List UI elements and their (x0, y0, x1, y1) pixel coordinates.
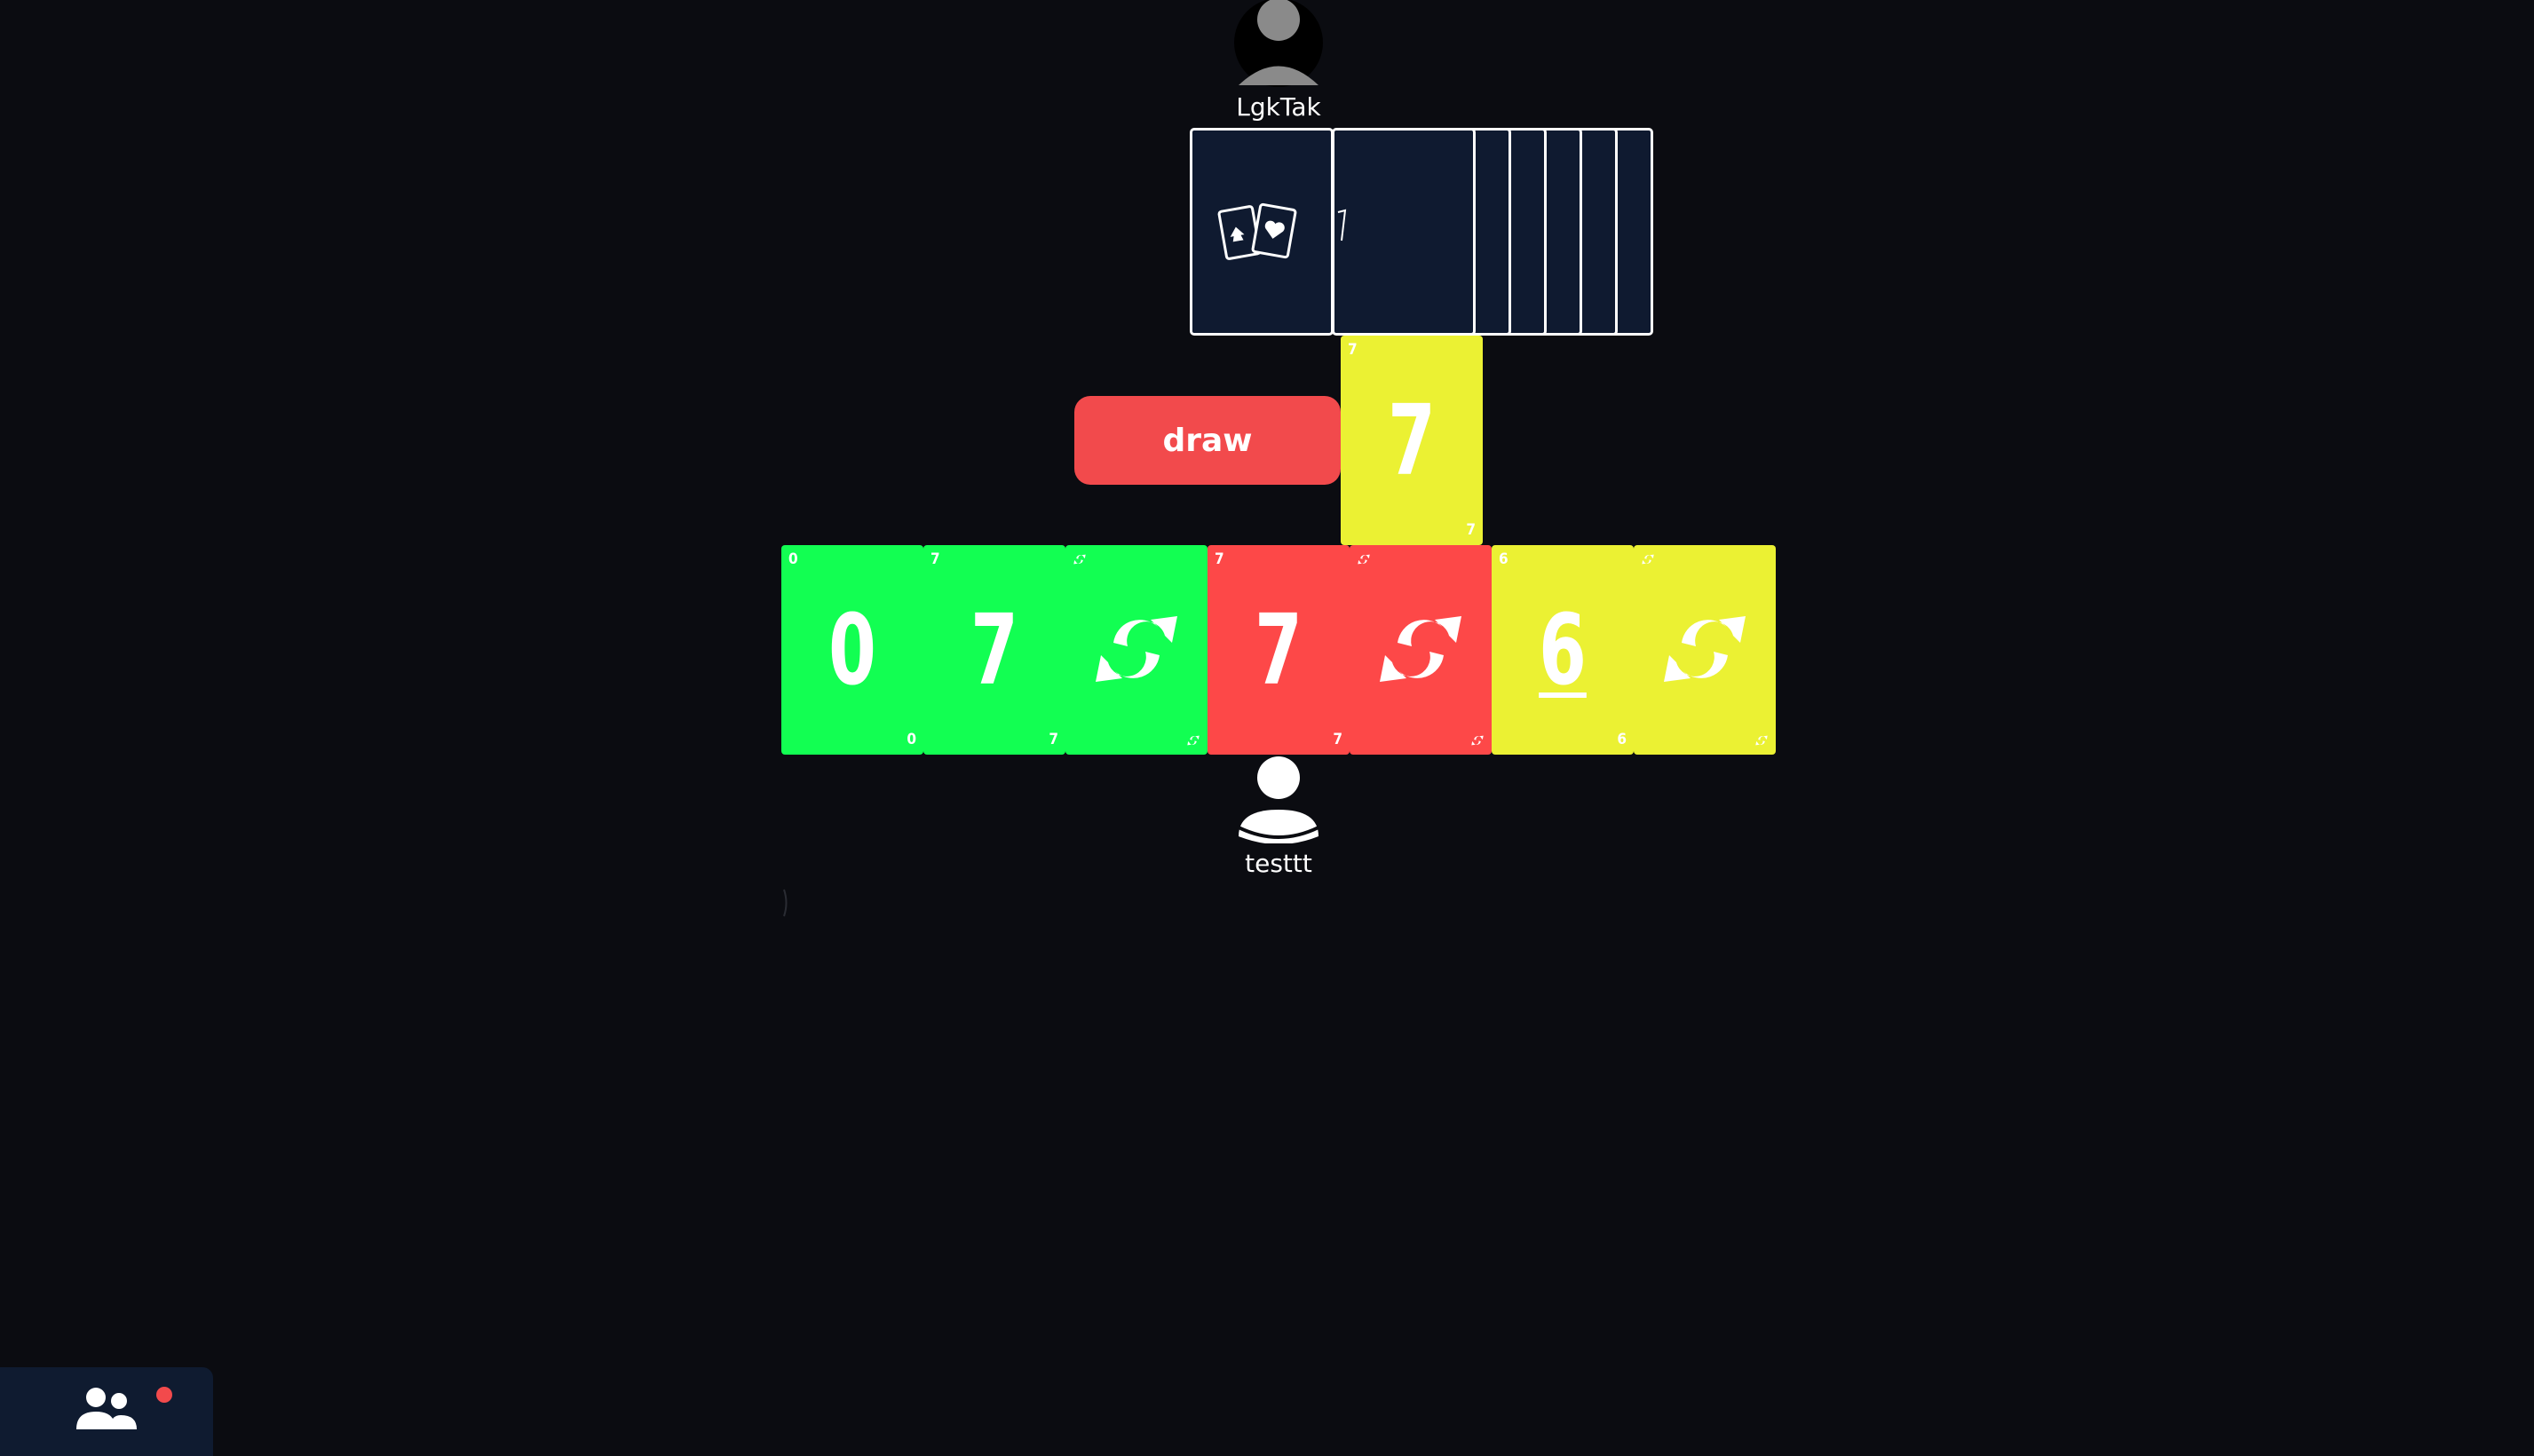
divider-mark (783, 889, 788, 917)
opponent-avatar (1234, 0, 1323, 87)
card-value: 6 (1539, 593, 1587, 707)
users-icon (76, 1388, 137, 1429)
card-index: 7 (930, 550, 940, 568)
player-name: testtt (1245, 849, 1312, 878)
user-avatar-icon (1234, 0, 1323, 87)
reverse-icon (1187, 735, 1200, 746)
card-index: 7 (1333, 731, 1342, 748)
hand-card-reverse[interactable] (1065, 545, 1208, 755)
discard-pile: 7 7 7 (1341, 336, 1483, 545)
opponent-card-back (1190, 128, 1334, 336)
hand-card-reverse[interactable] (1350, 545, 1492, 755)
friends-panel-button[interactable] (0, 1367, 213, 1456)
reverse-icon (1664, 616, 1746, 682)
card-index: 7 (1348, 341, 1358, 359)
discard-top-card: 7 7 7 (1341, 336, 1483, 545)
hand-card-reverse[interactable] (1634, 545, 1776, 755)
card-value: 7 (1255, 593, 1303, 707)
opponent-hand (1190, 128, 1653, 336)
card-index: 6 (1499, 550, 1509, 568)
card-value: 0 (828, 593, 876, 707)
card-index: 0 (788, 550, 798, 568)
reverse-icon (1096, 616, 1177, 682)
card-index: 0 (907, 731, 916, 748)
reverse-icon (1642, 554, 1654, 565)
hand-card[interactable]: 6 6 6 (1492, 545, 1634, 755)
hand-card[interactable]: 7 7 7 (923, 545, 1065, 755)
opponent-name: LgkTak (1236, 92, 1321, 122)
hand-card[interactable]: 0 0 0 (781, 545, 923, 755)
opponent-card-back (1332, 128, 1476, 336)
card-index: 7 (1049, 731, 1058, 748)
card-pair-icon (1217, 202, 1297, 260)
reverse-icon (1358, 554, 1370, 565)
reverse-icon (1380, 616, 1461, 682)
hand-card[interactable]: 7 7 7 (1208, 545, 1350, 755)
card-value: 7 (1388, 384, 1436, 497)
player-hand: 000777777666 (781, 545, 1778, 755)
user-avatar-icon (1238, 756, 1319, 844)
card-index: 7 (1466, 521, 1476, 539)
draw-button[interactable]: draw (1074, 396, 1341, 485)
notification-dot (156, 1387, 172, 1403)
reverse-icon (1471, 735, 1484, 746)
reverse-icon (1755, 735, 1768, 746)
card-index: 6 (1617, 731, 1627, 748)
card-index: 7 (1215, 550, 1224, 568)
player-avatar (1234, 755, 1323, 844)
card-edge-icon (1337, 209, 1347, 241)
card-value: 7 (970, 593, 1018, 707)
reverse-icon (1073, 554, 1086, 565)
